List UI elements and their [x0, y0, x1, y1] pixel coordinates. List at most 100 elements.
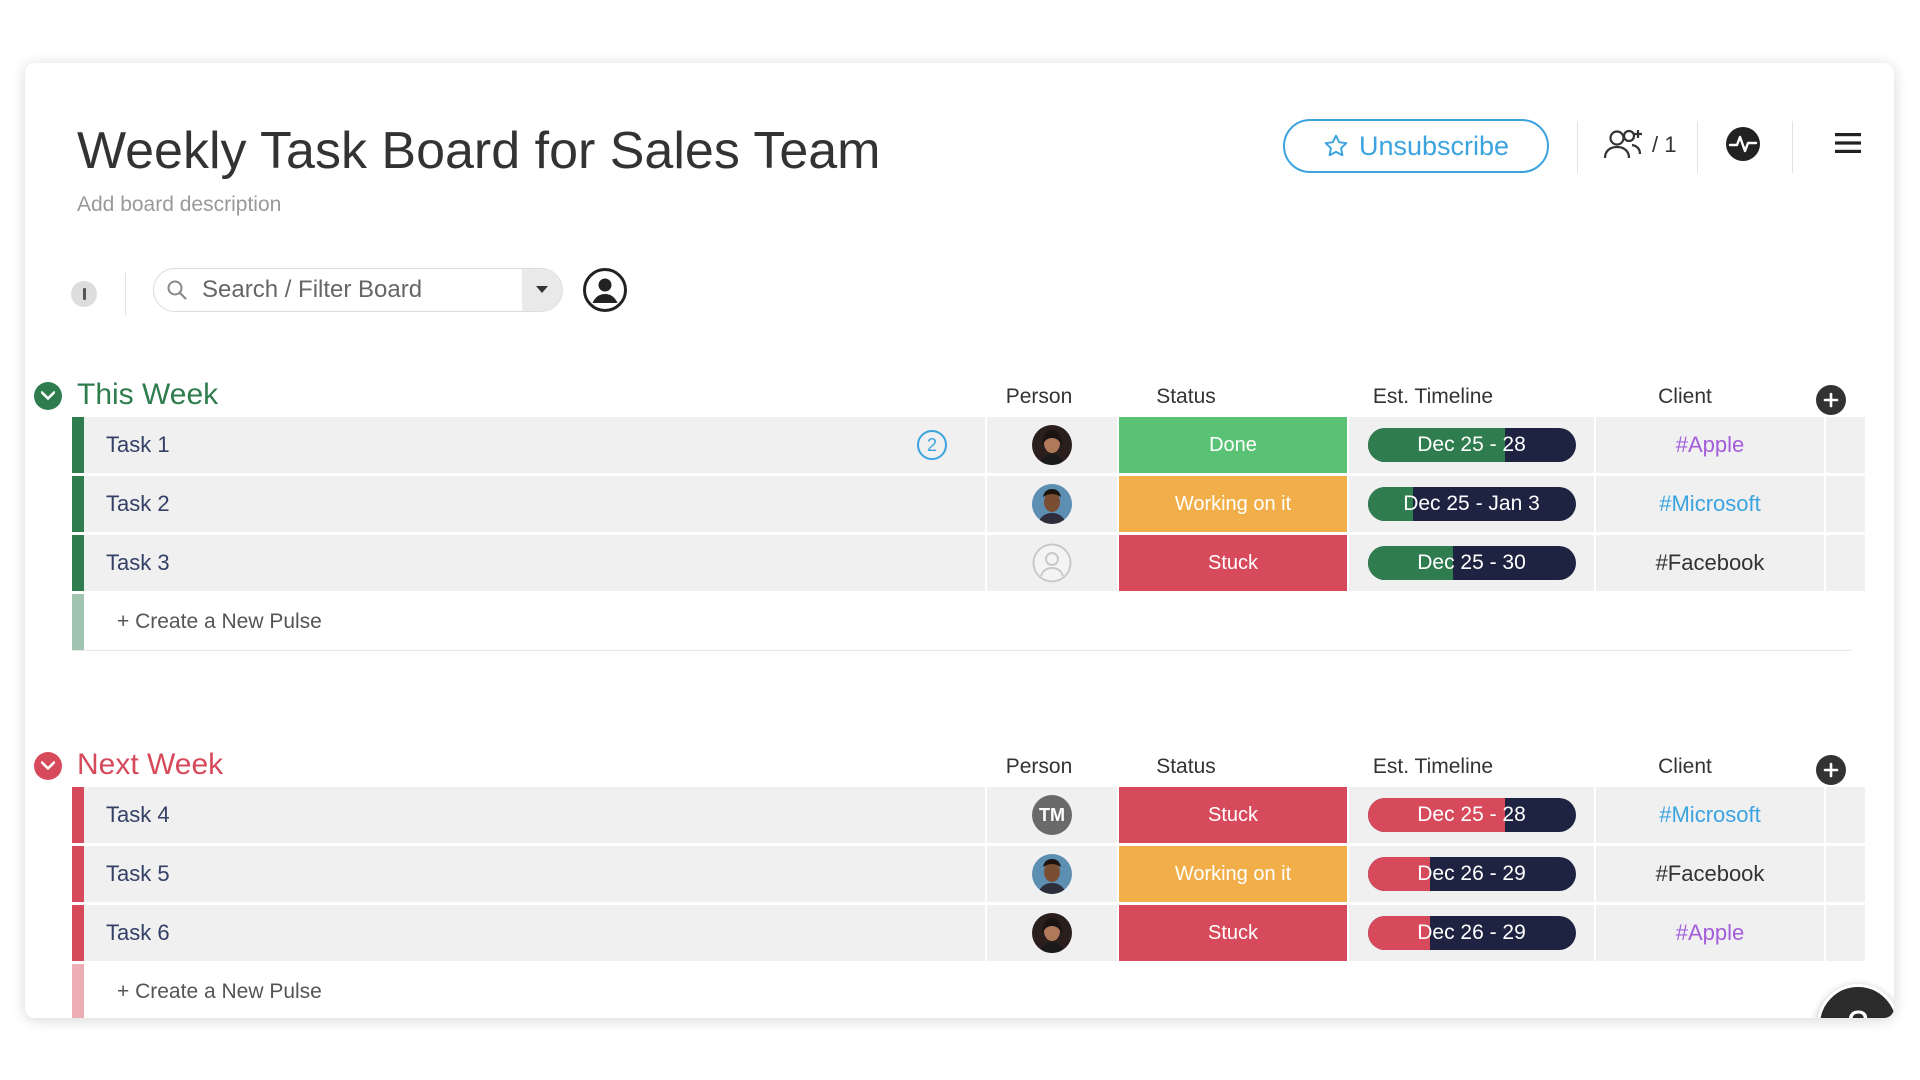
create-new-pulse-row[interactable]: + Create a New Pulse: [72, 964, 1851, 1018]
table-row[interactable]: Task 4 TM Stuck Dec 25 - 28 #Microsoft: [72, 787, 1865, 843]
status-cell[interactable]: Stuck: [1119, 905, 1347, 961]
unsubscribe-button[interactable]: Unsubscribe: [1283, 119, 1549, 173]
column-header-status[interactable]: Status: [1076, 755, 1296, 779]
group-color-bar: [72, 846, 84, 902]
timeline-cell[interactable]: Dec 25 - 28: [1349, 787, 1594, 843]
board-members-button[interactable]: / 1: [1602, 127, 1676, 163]
task-name[interactable]: Task 3: [106, 535, 170, 591]
activity-button[interactable]: [1725, 126, 1761, 167]
status-cell[interactable]: Done: [1119, 417, 1347, 473]
person-cell[interactable]: TM: [987, 787, 1117, 843]
filter-dropdown-button[interactable]: [522, 269, 562, 311]
table-row[interactable]: Task 3 Stuck Dec 25 - 30 #Facebook: [72, 535, 1865, 591]
timeline-cell[interactable]: Dec 26 - 29: [1349, 905, 1594, 961]
timeline-label: Dec 26 - 29: [1417, 862, 1526, 885]
person-cell[interactable]: [987, 905, 1117, 961]
info-bar-icon: [82, 288, 86, 300]
avatar: [1032, 854, 1072, 894]
search-filter-box[interactable]: [153, 268, 563, 312]
timeline-label: Dec 25 - 28: [1417, 433, 1526, 456]
table-row[interactable]: Task 5 Working on it Dec 26 - 29 #Facebook: [72, 846, 1865, 902]
status-label: Stuck: [1207, 921, 1259, 944]
status-cell[interactable]: Stuck: [1119, 535, 1347, 591]
task-name[interactable]: Task 2: [106, 476, 170, 532]
client-tag: #Microsoft: [1659, 491, 1761, 516]
unsubscribe-label: Unsubscribe: [1358, 130, 1510, 161]
create-new-pulse-row[interactable]: + Create a New Pulse: [72, 594, 1851, 651]
avatar: [1032, 484, 1072, 524]
status-cell[interactable]: Working on it: [1119, 846, 1347, 902]
group-collapse-toggle[interactable]: [34, 382, 62, 410]
table-row[interactable]: Task 6 Stuck Dec 26 - 29 #Apple: [72, 905, 1865, 961]
group-title[interactable]: Next Week: [77, 748, 223, 782]
header-divider: [1577, 121, 1578, 173]
timeline-cell[interactable]: Dec 25 - Jan 3: [1349, 476, 1594, 532]
task-name[interactable]: Task 5: [106, 846, 170, 902]
timeline-pill: Dec 25 - 28: [1367, 428, 1576, 462]
group-collapse-toggle[interactable]: [34, 752, 62, 780]
timeline-label: Dec 25 - 30: [1417, 551, 1526, 574]
client-cell[interactable]: #Facebook: [1596, 846, 1824, 902]
group-color-bar: [72, 417, 84, 473]
timeline-label: Dec 25 - Jan 3: [1403, 492, 1540, 515]
person-cell[interactable]: [987, 846, 1117, 902]
status-cell[interactable]: Stuck: [1119, 787, 1347, 843]
group-color-bar: [72, 535, 84, 591]
status-label: Done: [1209, 433, 1257, 456]
column-header-timeline[interactable]: Est. Timeline: [1323, 755, 1543, 779]
client-tag: #Facebook: [1655, 550, 1765, 575]
cell-divider: [1824, 905, 1826, 961]
search-input[interactable]: [200, 275, 504, 305]
board-menu-button[interactable]: [1835, 131, 1861, 160]
table-row[interactable]: Task 1 2 Done Dec 25 - 28 #Apple: [72, 417, 1865, 473]
column-header-status[interactable]: Status: [1076, 385, 1296, 409]
cell-divider: [1824, 417, 1826, 473]
add-column-button[interactable]: [1816, 385, 1846, 415]
chevron-down-icon: [41, 391, 55, 400]
board-info-toggle[interactable]: [71, 281, 97, 307]
client-tag: #Microsoft: [1659, 802, 1761, 827]
status-cell[interactable]: Working on it: [1119, 476, 1347, 532]
board-description[interactable]: Add board description: [77, 193, 281, 217]
column-header-timeline[interactable]: Est. Timeline: [1323, 385, 1543, 409]
client-cell[interactable]: #Facebook: [1596, 535, 1824, 591]
column-header-client[interactable]: Client: [1575, 385, 1795, 409]
task-name[interactable]: Task 4: [106, 787, 170, 843]
cell-divider: [1824, 476, 1826, 532]
client-cell[interactable]: #Apple: [1596, 905, 1824, 961]
timeline-cell[interactable]: Dec 25 - 28: [1349, 417, 1594, 473]
add-members-icon: [1603, 129, 1642, 159]
status-label: Stuck: [1207, 803, 1259, 826]
person-cell[interactable]: [987, 535, 1117, 591]
timeline-cell[interactable]: Dec 25 - 30: [1349, 535, 1594, 591]
status-label: Working on it: [1174, 492, 1292, 515]
group-color-bar: [72, 964, 84, 1018]
client-cell[interactable]: #Apple: [1596, 417, 1824, 473]
task-name[interactable]: Task 6: [106, 905, 170, 961]
chevron-down-icon: [41, 761, 55, 770]
person-cell[interactable]: [987, 476, 1117, 532]
board-title[interactable]: Weekly Task Board for Sales Team: [77, 121, 881, 181]
column-header-client[interactable]: Client: [1575, 755, 1795, 779]
plus-icon: [1823, 392, 1839, 408]
timeline-pill: Dec 26 - 29: [1367, 857, 1576, 891]
cell-divider: [1824, 846, 1826, 902]
client-cell[interactable]: #Microsoft: [1596, 787, 1824, 843]
status-label: Stuck: [1207, 551, 1259, 574]
person-filter-icon: [583, 268, 627, 312]
group-title[interactable]: This Week: [77, 378, 218, 412]
updates-count-badge[interactable]: 2: [917, 430, 947, 460]
table-row[interactable]: Task 2 Working on it Dec 25 - Jan 3 #Micros…: [72, 476, 1865, 532]
avatar: TM: [1032, 795, 1072, 835]
cell-divider: [1824, 535, 1826, 591]
person-filter-button[interactable]: [582, 267, 628, 318]
timeline-cell[interactable]: Dec 26 - 29: [1349, 846, 1594, 902]
task-name[interactable]: Task 1: [106, 417, 170, 473]
add-column-button[interactable]: [1816, 755, 1846, 785]
create-new-pulse-label: + Create a New Pulse: [117, 980, 322, 1003]
person-cell[interactable]: [987, 417, 1117, 473]
plus-icon: [1823, 762, 1839, 778]
timeline-pill: Dec 25 - Jan 3: [1367, 487, 1576, 521]
client-cell[interactable]: #Microsoft: [1596, 476, 1824, 532]
create-new-pulse-label: + Create a New Pulse: [117, 610, 322, 633]
